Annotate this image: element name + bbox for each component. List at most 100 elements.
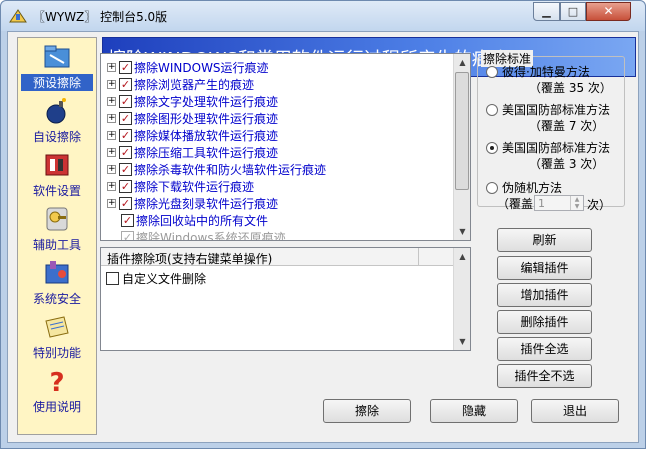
- tree-item[interactable]: + ✓ 擦除杀毒软件和防火墙软件运行痕迹: [107, 161, 326, 178]
- maximize-icon: □: [567, 5, 579, 18]
- select-no-plugins-button[interactable]: 插件全不选: [497, 364, 592, 388]
- sidebar-item-label: 自设擦除: [32, 130, 81, 144]
- expand-icon[interactable]: +: [107, 97, 116, 106]
- plugin-list-header: 插件擦除项(支持右键菜单操作): [101, 248, 454, 266]
- minimize-icon: ▁: [542, 5, 551, 18]
- plugin-scrollbar[interactable]: ▲ ▼: [453, 248, 470, 350]
- app-window: 〖WYWZ〗 控制台5.0版 ▁ □ ✕ 预设擦除 自设擦除 软件设置 辅助工具…: [0, 0, 646, 449]
- select-all-plugins-button[interactable]: 插件全选: [497, 337, 592, 361]
- sidebar-item-auxiliary-tools[interactable]: 辅助工具: [18, 205, 96, 259]
- add-plugin-button[interactable]: 增加插件: [497, 283, 592, 307]
- sidebar-item-label: 预设擦除: [21, 74, 93, 91]
- close-icon: ✕: [603, 4, 614, 18]
- checkbox[interactable]: ✓: [121, 231, 134, 240]
- checkbox[interactable]: ✓: [119, 180, 132, 193]
- hide-button[interactable]: 隐藏: [430, 399, 518, 423]
- sidebar-item-special-features[interactable]: 特别功能: [18, 313, 96, 367]
- notepad-icon: [45, 316, 69, 338]
- question-icon: ?: [49, 368, 64, 395]
- tree-item[interactable]: + ✓ 擦除媒体播放软件运行痕迹: [107, 127, 278, 144]
- app-icon: [9, 9, 27, 23]
- radio-gutmann[interactable]: 彼得·加特曼方法: [486, 63, 590, 80]
- tools-icon: [45, 154, 69, 176]
- scroll-down-icon[interactable]: ▼: [454, 333, 470, 350]
- refresh-button[interactable]: 刷新: [497, 228, 592, 252]
- radio-sublabel: （覆盖 3 次）: [529, 157, 605, 171]
- stepper-down-icon[interactable]: ▼: [570, 203, 583, 210]
- sidebar-item-system-security[interactable]: 系统安全: [18, 259, 96, 313]
- checkbox[interactable]: ✓: [119, 146, 132, 159]
- radio-dod-3[interactable]: 美国国防部标准方法: [486, 139, 610, 156]
- exit-button[interactable]: 退出: [531, 399, 619, 423]
- tree-item[interactable]: + ✓ 擦除压缩工具软件运行痕迹: [107, 144, 278, 161]
- scroll-up-icon[interactable]: ▲: [454, 248, 470, 265]
- security-icon: [45, 261, 69, 284]
- tree-item[interactable]: + ✓ 擦除图形处理软件运行痕迹: [107, 110, 278, 127]
- checkbox[interactable]: ✓: [119, 95, 132, 108]
- checkbox[interactable]: ✓: [119, 61, 132, 74]
- expand-icon[interactable]: +: [107, 114, 116, 123]
- plugin-item[interactable]: 自定义文件删除: [106, 270, 206, 287]
- erase-items-tree[interactable]: + ✓ 擦除WINDOWS运行痕迹 + ✓ 擦除浏览器产生的痕迹 + ✓ 擦除文字处理软件运…: [100, 53, 471, 241]
- scroll-up-icon[interactable]: ▲: [454, 54, 470, 71]
- radio-sublabel: （覆盖 7 次）: [529, 119, 605, 133]
- expand-icon[interactable]: +: [107, 199, 116, 208]
- sidebar-item-label: 辅助工具: [32, 238, 81, 252]
- tree-scrollbar[interactable]: ▲ ▼: [453, 54, 470, 240]
- checkbox[interactable]: ✓: [121, 214, 134, 227]
- expand-icon[interactable]: +: [107, 182, 116, 191]
- tree-item[interactable]: + ✓ 擦除文字处理软件运行痕迹: [107, 93, 278, 110]
- plugin-list[interactable]: 插件擦除项(支持右键菜单操作) 自定义文件删除 ▲ ▼: [100, 247, 471, 351]
- expand-icon[interactable]: +: [107, 148, 116, 157]
- close-button[interactable]: ✕: [586, 2, 631, 21]
- sidebar: 预设擦除 自设擦除 软件设置 辅助工具 系统安全 特别功能 ? 使用说明: [17, 37, 97, 435]
- erase-button[interactable]: 擦除: [323, 399, 411, 423]
- expand-icon[interactable]: +: [107, 63, 116, 72]
- radio-button[interactable]: [486, 141, 498, 154]
- tree-item[interactable]: ✓ 擦除回收站中的所有文件: [121, 212, 268, 229]
- plugin-column-header[interactable]: 插件擦除项(支持右键菜单操作): [101, 248, 419, 266]
- radio-dod-7[interactable]: 美国国防部标准方法: [486, 101, 610, 118]
- radio-button[interactable]: [486, 103, 498, 116]
- sidebar-item-label: 软件设置: [32, 184, 81, 198]
- checkbox[interactable]: ✓: [119, 129, 132, 142]
- expand-icon[interactable]: +: [107, 165, 116, 174]
- bomb-icon: [46, 98, 66, 124]
- stepper-up-icon[interactable]: ▲: [570, 196, 583, 203]
- checkbox[interactable]: ✓: [119, 163, 132, 176]
- passes-value: 1: [538, 197, 545, 210]
- folder-icon: [44, 45, 70, 68]
- maximize-button[interactable]: □: [560, 2, 586, 21]
- passes-stepper[interactable]: 1 ▲ ▼: [534, 195, 584, 211]
- minimize-button[interactable]: ▁: [533, 2, 560, 21]
- tree-item[interactable]: + ✓ 擦除光盘刻录软件运行痕迹: [107, 195, 278, 212]
- sidebar-item-label: 特别功能: [32, 346, 81, 360]
- scroll-down-icon[interactable]: ▼: [454, 223, 470, 240]
- radio-pseudo-random[interactable]: 伪随机方法: [486, 179, 562, 196]
- radio-sublabel: （覆盖 35 次）: [529, 81, 612, 95]
- expand-icon[interactable]: +: [107, 80, 116, 89]
- sidebar-item-help[interactable]: ? 使用说明: [18, 367, 96, 421]
- scrollbar-thumb[interactable]: [455, 72, 469, 190]
- checkbox[interactable]: ✓: [119, 78, 132, 91]
- tree-item[interactable]: + ✓ 擦除浏览器产生的痕迹: [107, 76, 254, 93]
- sidebar-item-preset-erase[interactable]: 预设擦除: [18, 43, 96, 97]
- radio-button[interactable]: [486, 181, 498, 194]
- checkbox[interactable]: ✓: [119, 197, 132, 210]
- checkbox[interactable]: [106, 272, 119, 285]
- title-bar[interactable]: 〖WYWZ〗 控制台5.0版 ▁ □ ✕: [1, 1, 645, 31]
- edit-plugin-button[interactable]: 编辑插件: [497, 256, 592, 280]
- delete-plugin-button[interactable]: 删除插件: [497, 310, 592, 334]
- checkbox[interactable]: ✓: [119, 112, 132, 125]
- tree-item[interactable]: ✓ 擦除Windows系统还原痕迹: [121, 229, 286, 240]
- window-title: 〖WYWZ〗 控制台5.0版: [33, 10, 168, 24]
- radio-button[interactable]: [486, 65, 498, 78]
- tree-item[interactable]: + ✓ 擦除下载软件运行痕迹: [107, 178, 254, 195]
- key-icon: [46, 207, 68, 231]
- tree-item[interactable]: + ✓ 擦除WINDOWS运行痕迹: [107, 59, 269, 76]
- passes-prefix: （覆盖: [497, 197, 534, 211]
- svg-text:?: ?: [49, 368, 64, 395]
- sidebar-item-custom-erase[interactable]: 自设擦除: [18, 97, 96, 151]
- expand-icon[interactable]: +: [107, 131, 116, 140]
- sidebar-item-software-settings[interactable]: 软件设置: [18, 151, 96, 205]
